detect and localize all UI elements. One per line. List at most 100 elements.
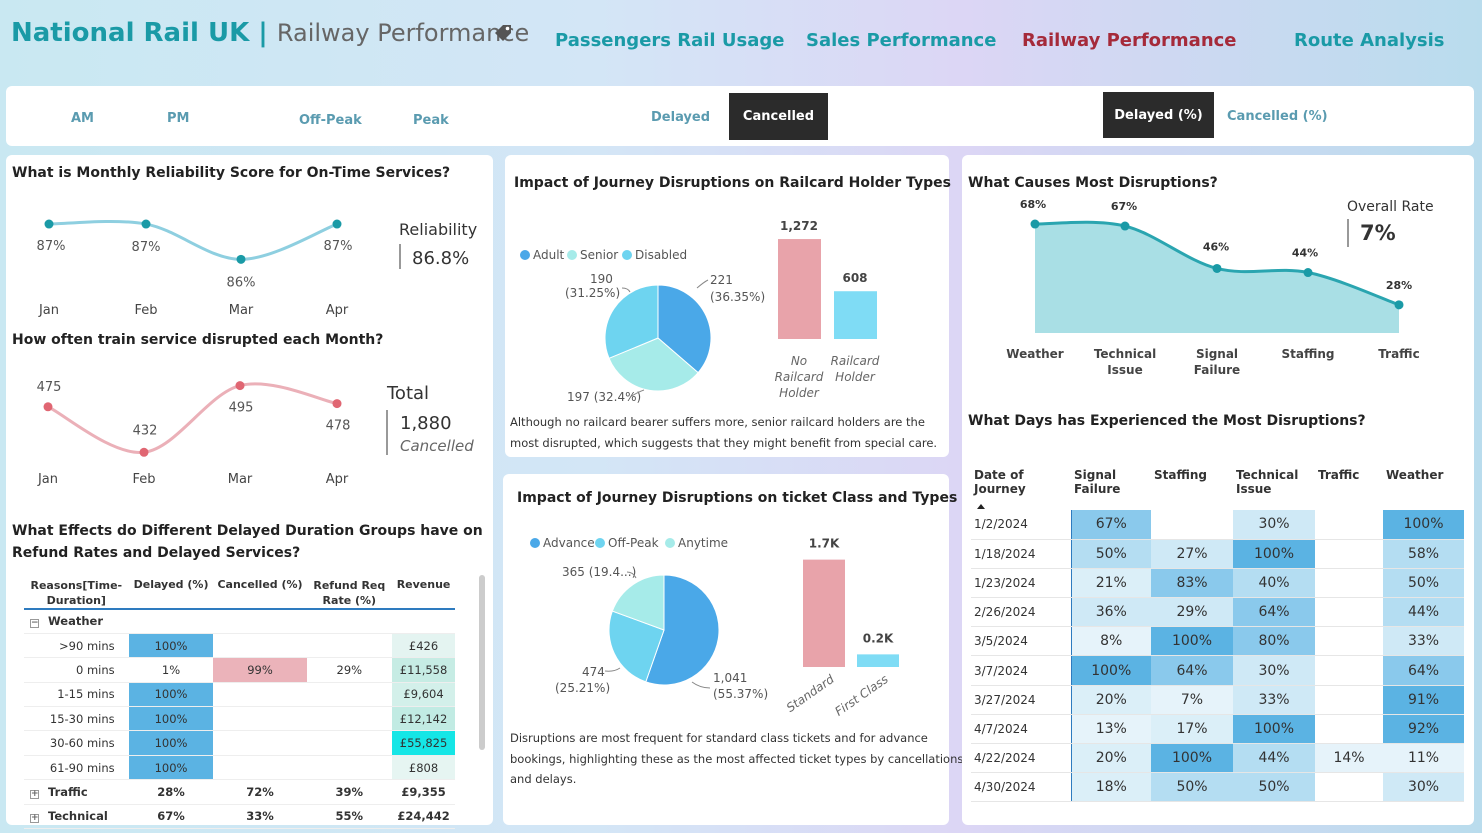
refund-table: Reasons[Time-Duration] Delayed (%) Cance… bbox=[24, 578, 455, 830]
causes-point bbox=[1303, 268, 1313, 278]
col-revenue[interactable]: Revenue bbox=[392, 578, 455, 610]
cell-revenue: £11,558 bbox=[392, 657, 455, 683]
bar-data-label: 1,272 bbox=[780, 220, 818, 233]
bar-tick-label: Holder bbox=[779, 386, 820, 400]
cell-revenue: £808 bbox=[392, 755, 455, 781]
disrupted-point bbox=[235, 381, 245, 391]
heatmap-cell: 100% bbox=[1151, 626, 1233, 657]
heatmap-cell: 50% bbox=[1233, 772, 1315, 803]
heatmap-cell: 80% bbox=[1233, 626, 1315, 657]
disrupted-title: How often train service disrupted each M… bbox=[12, 332, 384, 348]
heatmap-cell: 8% bbox=[1070, 626, 1151, 657]
bar-standard bbox=[803, 559, 845, 667]
cell-delayed: 100% bbox=[128, 730, 214, 756]
heatmap-cell: 27% bbox=[1151, 539, 1233, 569]
cell-revenue: £9,604 bbox=[392, 682, 455, 708]
expand-icon[interactable]: + bbox=[30, 814, 39, 824]
cell-cancelled bbox=[213, 706, 307, 732]
table-scrollbar[interactable] bbox=[479, 575, 485, 750]
heatmap-cell: 100% bbox=[1070, 655, 1151, 686]
heatmap-cell: 13% bbox=[1070, 714, 1151, 745]
disrupted-tick-label: Jan bbox=[37, 472, 58, 487]
cell-date: 1/23/2024 bbox=[971, 568, 1071, 599]
col-cancelled[interactable]: Cancelled (%) bbox=[213, 578, 307, 610]
note-line: bookings, highlighting these as the most… bbox=[510, 751, 964, 766]
heatmap-cell: 64% bbox=[1233, 597, 1315, 628]
table-row: 0 mins 1% 99% 29% £11,558 bbox=[24, 657, 455, 683]
disrupted-tick-label: Mar bbox=[228, 472, 253, 487]
reliability-data-label: 87% bbox=[132, 240, 161, 255]
heatmap-cell: 100% bbox=[1383, 510, 1464, 540]
kpi-divider bbox=[1347, 219, 1349, 247]
heatmap-cell: 30% bbox=[1233, 655, 1315, 686]
table-row: 61-90 mins 100% £808 bbox=[24, 755, 455, 781]
nav-passengers-rail-usage[interactable]: Passengers Rail Usage bbox=[555, 30, 784, 51]
slicer-am[interactable]: AM bbox=[71, 111, 94, 126]
table-row: 1/2/2024 67% 30% 100% bbox=[971, 510, 1464, 540]
disrupted-point bbox=[332, 399, 342, 409]
col-weather[interactable]: Weather bbox=[1383, 462, 1464, 510]
col-staffing[interactable]: Staffing bbox=[1151, 462, 1233, 510]
kpi-divider bbox=[386, 410, 388, 455]
cell-date: 4/30/2024 bbox=[971, 772, 1071, 803]
expand-icon[interactable]: + bbox=[30, 789, 39, 799]
col-signal-failure[interactable]: Signal Failure bbox=[1071, 462, 1151, 510]
bar-tick-label: Railcard bbox=[831, 354, 880, 368]
slicer-delayed[interactable]: Delayed bbox=[651, 110, 710, 125]
pie-data-label: 190 bbox=[590, 272, 613, 286]
col-reasons[interactable]: Reasons[Time-Duration] bbox=[24, 578, 129, 610]
slicer-pm[interactable]: PM bbox=[167, 111, 189, 126]
note-line: most disrupted, which suggests that they… bbox=[510, 435, 938, 450]
cell-delayed: 100% bbox=[128, 682, 214, 708]
slicer-cancelled[interactable]: Cancelled bbox=[729, 93, 828, 140]
heatmap-cell: 64% bbox=[1151, 655, 1233, 686]
heatmap-cell: 20% bbox=[1070, 743, 1151, 774]
reliability-tick-label: Jan bbox=[38, 303, 59, 318]
slicer-peak[interactable]: Peak bbox=[413, 113, 449, 128]
cell-date: 3/5/2024 bbox=[971, 626, 1071, 657]
group-weather[interactable]: − Weather bbox=[24, 609, 129, 634]
legend-marker bbox=[665, 538, 675, 548]
cell-cancelled: 33% bbox=[213, 804, 307, 830]
disrupted-kpi-value: 1,880 bbox=[400, 413, 452, 434]
days-table: Date of Journey Signal Failure Staffing … bbox=[971, 462, 1464, 803]
sort-asc-icon[interactable] bbox=[977, 504, 985, 509]
disrupted-point bbox=[139, 447, 149, 457]
col-refund[interactable]: Refund Req Rate (%) bbox=[306, 578, 393, 610]
cell-date: 2/26/2024 bbox=[971, 597, 1071, 628]
col-delayed[interactable]: Delayed (%) bbox=[128, 578, 214, 610]
col-technical-issue[interactable]: Technical Issue bbox=[1233, 462, 1315, 510]
heatmap-cell bbox=[1315, 597, 1383, 628]
row-label: 61-90 mins bbox=[24, 755, 129, 781]
disrupted-tick-label: Apr bbox=[326, 472, 349, 487]
bar-data-label: 608 bbox=[842, 271, 867, 285]
heatmap-cell: 18% bbox=[1070, 772, 1151, 803]
causes-kpi-value: 7% bbox=[1360, 221, 1396, 245]
disrupted-line bbox=[47, 382, 338, 454]
slicer-cancelled-pct[interactable]: Cancelled (%) bbox=[1227, 109, 1328, 124]
heatmap-cell: 7% bbox=[1151, 685, 1233, 715]
nav-sales-performance[interactable]: Sales Performance bbox=[806, 30, 996, 51]
causes-tick-label: Staffing bbox=[1282, 347, 1335, 361]
collapse-icon[interactable]: − bbox=[30, 619, 39, 629]
legend-marker bbox=[567, 250, 577, 260]
causes-kpi-label: Overall Rate bbox=[1347, 199, 1434, 215]
nav-route-analysis[interactable]: Route Analysis bbox=[1294, 30, 1445, 51]
row-label: 15-30 mins bbox=[24, 706, 129, 732]
note-line: and delays. bbox=[510, 772, 577, 786]
group-label: Weather bbox=[48, 614, 103, 629]
heatmap-cell: 92% bbox=[1383, 714, 1464, 745]
heatmap-cell: 33% bbox=[1383, 626, 1464, 657]
col-traffic[interactable]: Traffic bbox=[1315, 462, 1383, 510]
bar-railcard-holder bbox=[834, 291, 877, 339]
nav-railway-performance[interactable]: Railway Performance bbox=[1022, 30, 1237, 51]
col-date[interactable]: Date of Journey bbox=[971, 462, 1071, 510]
slicer-delayed-pct[interactable]: Delayed (%) bbox=[1103, 92, 1214, 138]
group-technical[interactable]: + Technical bbox=[24, 804, 129, 830]
causes-data-label: 28% bbox=[1386, 279, 1412, 292]
reliability-tick-label: Apr bbox=[326, 303, 349, 318]
heatmap-cell: 83% bbox=[1151, 568, 1233, 599]
pie-leader-line bbox=[621, 287, 631, 293]
group-traffic[interactable]: + Traffic bbox=[24, 779, 129, 805]
slicer-off-peak[interactable]: Off-Peak bbox=[299, 113, 362, 128]
